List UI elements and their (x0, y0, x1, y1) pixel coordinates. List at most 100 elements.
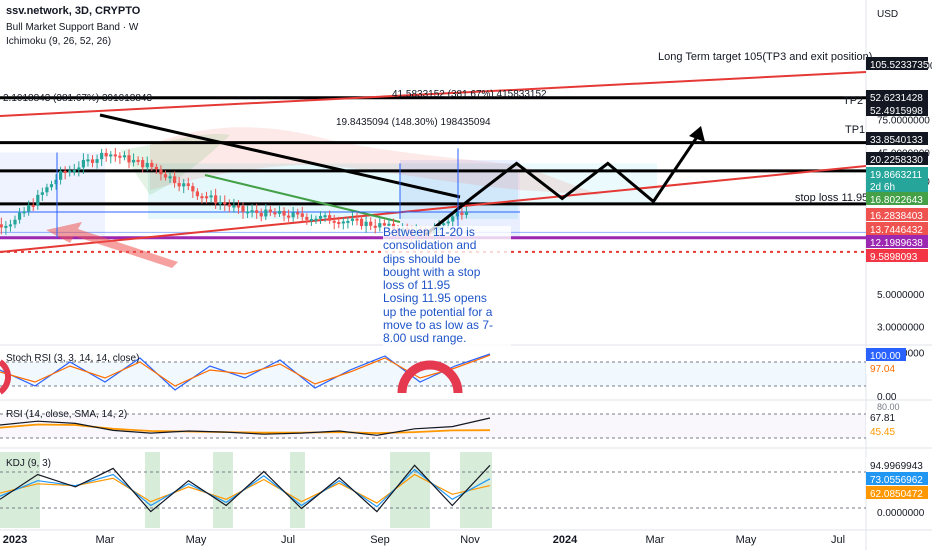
note-line: consolidation and (383, 238, 477, 253)
candle (191, 186, 195, 192)
candle (13, 219, 17, 225)
candle (131, 159, 136, 163)
candle (309, 218, 313, 221)
candle (173, 176, 177, 183)
candle (259, 212, 263, 217)
candle (341, 221, 345, 224)
price-label: 2d 6h (870, 182, 895, 193)
stoch-label: 97.04 (870, 364, 895, 375)
candle (22, 211, 26, 214)
measure-label: 41.5833152 (381.67%) 415833152 (392, 89, 547, 100)
note-line: Losing 11.95 opens (383, 291, 487, 306)
candle (287, 215, 291, 218)
time-tick: Jul (831, 534, 845, 546)
measure-box-1 (0, 152, 105, 238)
candle (250, 210, 254, 213)
candle (460, 212, 464, 215)
candle (168, 176, 172, 179)
price-label: 52.6231428 (870, 93, 923, 104)
stoch-label: 100.00 (870, 351, 901, 362)
kdj-highlight (145, 452, 160, 528)
time-tick: Jul (281, 534, 295, 546)
candle (27, 204, 31, 212)
indicator-ichimoku-label: Ichimoku (9, 26, 52, 26) (6, 36, 112, 47)
rsi-label: 45.45 (870, 427, 895, 438)
candle (95, 159, 99, 163)
candle (122, 155, 127, 158)
price-tick: 5.0000000 (877, 290, 925, 301)
price-tick: 75.0000000 (877, 116, 930, 127)
time-tick: Mar (646, 534, 665, 546)
candle (378, 223, 382, 228)
level-label: Long Term target 105(TP3 and exit positi… (658, 51, 872, 63)
candle (241, 205, 245, 212)
candle (177, 182, 181, 187)
candle (232, 205, 236, 208)
measure-label: 2.1018843 (381.67%) 391018843 (3, 93, 152, 104)
candle (346, 220, 350, 223)
candle (4, 225, 8, 228)
candle (446, 221, 450, 224)
kdj-axis-label: 0.0000000 (877, 508, 925, 519)
candle (214, 195, 218, 204)
candle (305, 216, 309, 220)
candle (291, 212, 295, 218)
candle (350, 218, 355, 221)
candle (86, 159, 90, 162)
kdj-highlight (290, 452, 305, 528)
kdj-highlight (460, 452, 492, 528)
candle (245, 211, 250, 214)
note-line: move to as low as 7- (383, 318, 494, 333)
candle (118, 155, 122, 158)
note-line: loss of 11.95 (383, 278, 451, 293)
candle (154, 166, 158, 170)
currency-label: USD (877, 9, 898, 20)
price-label: 33.8540133 (870, 135, 923, 146)
candle (218, 202, 222, 205)
measure-label: 19.8435094 (148.30%) 198435094 (336, 117, 491, 128)
time-tick: 2024 (553, 534, 578, 546)
candle (113, 154, 117, 157)
candle (328, 215, 332, 221)
kdj-highlight (213, 452, 233, 528)
candle (264, 209, 268, 217)
price-label: 20.2258330 (870, 155, 923, 166)
candle (72, 169, 76, 172)
kdj-label: 94.9969943 (870, 461, 923, 472)
candle (8, 224, 13, 227)
candle (77, 167, 81, 170)
candle (150, 162, 154, 167)
candle (141, 160, 145, 168)
candle (145, 162, 149, 168)
candle (300, 213, 304, 217)
price-label: 16.2838403 (870, 211, 923, 222)
candle (200, 196, 204, 199)
candle (186, 183, 190, 187)
candle (0, 224, 3, 228)
note-line: dips should be (383, 251, 461, 266)
note-line: 8.00 usd range. (383, 331, 467, 346)
candle (45, 187, 49, 193)
candle (104, 152, 108, 157)
candle (318, 215, 323, 219)
note-line: Between 11-20 is (383, 225, 475, 239)
candle (31, 204, 35, 207)
candle (204, 196, 209, 199)
time-tick: May (186, 534, 207, 546)
price-tick: 3.0000000 (877, 323, 925, 334)
candle (296, 212, 300, 215)
candle (68, 170, 72, 173)
note-line: bought with a stop (383, 264, 481, 279)
time-tick: Nov (460, 534, 480, 546)
candle (17, 212, 22, 220)
candle (268, 209, 272, 213)
time-tick: 2023 (3, 534, 27, 546)
candle (451, 216, 455, 222)
time-tick: May (736, 534, 757, 546)
time-tick: Sep (370, 534, 390, 546)
candle (195, 191, 199, 197)
candle (464, 211, 469, 215)
candle (49, 184, 54, 188)
level-label: stop loss 11.95 (795, 192, 868, 204)
price-label: 16.8022643 (870, 195, 923, 206)
